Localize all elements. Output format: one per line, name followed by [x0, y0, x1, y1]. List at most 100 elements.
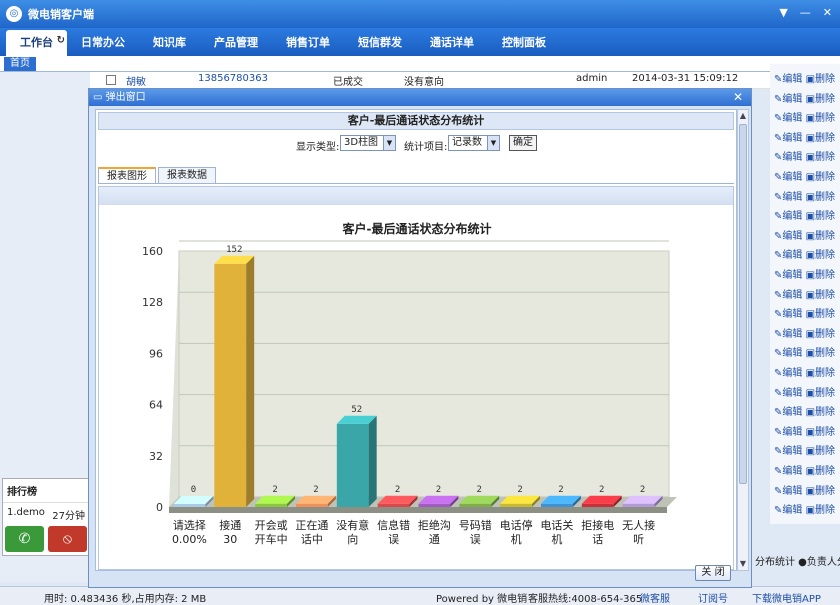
row-actions: ✎编辑 ▣删除	[774, 423, 835, 438]
delete-link[interactable]: ▣删除	[806, 250, 835, 261]
delete-link[interactable]: ▣删除	[806, 192, 835, 203]
delete-link[interactable]: ▣删除	[806, 466, 835, 477]
delete-link[interactable]: ▣删除	[806, 368, 835, 379]
delete-link[interactable]: ▣删除	[806, 270, 835, 281]
edit-link[interactable]: ✎编辑	[774, 172, 806, 183]
edit-link[interactable]: ✎编辑	[774, 250, 806, 261]
edit-link[interactable]: ✎编辑	[774, 309, 806, 320]
confirm-button[interactable]: 确定	[509, 135, 537, 151]
edit-link[interactable]: ✎编辑	[774, 290, 806, 301]
tab-report-data[interactable]: 报表数据	[158, 167, 216, 183]
row-actions: ✎编辑 ▣删除	[774, 148, 835, 163]
delete-link[interactable]: ▣删除	[806, 407, 835, 418]
edit-link[interactable]: ✎编辑	[774, 466, 806, 477]
delete-link[interactable]: ▣删除	[806, 172, 835, 183]
delete-link[interactable]: ▣删除	[806, 309, 835, 320]
close-icon[interactable]: ✕	[823, 6, 832, 19]
bar	[459, 503, 492, 507]
phone-icon: ✆	[18, 531, 31, 547]
dial-button[interactable]: ✆	[5, 526, 44, 552]
edit-link[interactable]: ✎编辑	[774, 74, 806, 85]
delete-link[interactable]: ▣删除	[806, 486, 835, 497]
cell-name[interactable]: 胡敏	[126, 73, 146, 88]
menu-control-panel[interactable]: 控制面板	[488, 30, 560, 56]
scrollbar-thumb[interactable]	[739, 124, 747, 484]
row-actions: ✎编辑 ▣删除	[774, 266, 835, 281]
x-tick-label: 信息错误	[377, 518, 410, 546]
table-row[interactable]: 胡敏 13856780363 已成交 没有意向 admin 2014-03-31…	[90, 72, 770, 89]
edit-link[interactable]: ✎编辑	[774, 368, 806, 379]
menu-call-detail[interactable]: 通话详单	[416, 30, 488, 56]
delete-link[interactable]: ▣删除	[806, 427, 835, 438]
row-actions: ✎编辑 ▣删除	[774, 344, 835, 359]
popup-close-button[interactable]: 关 闭	[695, 565, 731, 581]
cell-phone[interactable]: 13856780363	[198, 73, 268, 84]
edit-link[interactable]: ✎编辑	[774, 211, 806, 222]
menu-products[interactable]: 产品管理	[200, 30, 272, 56]
delete-link[interactable]: ▣删除	[806, 231, 835, 242]
tab-report-chart[interactable]: 报表图形	[98, 167, 156, 183]
stat-item-label: 统计项目:	[404, 142, 448, 153]
edit-link[interactable]: ✎编辑	[774, 270, 806, 281]
x-tick-label: 号码错误	[459, 518, 492, 546]
powered-by: Powered by 微电销	[436, 594, 528, 605]
bar	[622, 503, 655, 507]
refresh-icon[interactable]: ↻	[57, 28, 65, 54]
edit-link[interactable]: ✎编辑	[774, 446, 806, 457]
hangup-button[interactable]: ⦸	[48, 526, 87, 552]
edit-link[interactable]: ✎编辑	[774, 427, 806, 438]
delete-link[interactable]: ▣删除	[806, 133, 835, 144]
popup-title: 弹出窗口	[105, 92, 146, 103]
edit-link[interactable]: ✎编辑	[774, 505, 806, 516]
x-tick-label: 电话停机	[500, 518, 533, 546]
link-download-app[interactable]: 下载微电销APP	[752, 590, 821, 605]
edit-link[interactable]: ✎编辑	[774, 152, 806, 163]
row-actions: ✎编辑 ▣删除	[774, 207, 835, 222]
edit-link[interactable]: ✎编辑	[774, 407, 806, 418]
minimize-icon[interactable]: —	[800, 6, 811, 19]
delete-link[interactable]: ▣删除	[806, 113, 835, 124]
x-tick-label: 拒绝沟通	[418, 518, 451, 546]
dropdown-icon[interactable]: ▼	[779, 6, 787, 19]
row-actions: ✎编辑 ▣删除	[774, 384, 835, 399]
stat-item-select[interactable]: 记录数 ▼	[448, 135, 500, 151]
delete-link[interactable]: ▣删除	[806, 348, 835, 359]
display-type-select[interactable]: 3D柱图 ▼	[340, 135, 396, 151]
y-tick-label: 128	[142, 296, 163, 309]
menu-sales-orders[interactable]: 销售订单	[272, 30, 344, 56]
bottom-stat-tabs[interactable]: 分布统计 ●负责人分布	[755, 553, 840, 567]
bar	[418, 503, 451, 507]
edit-link[interactable]: ✎编辑	[774, 486, 806, 497]
delete-link[interactable]: ▣删除	[806, 505, 835, 516]
delete-link[interactable]: ▣删除	[806, 152, 835, 163]
row-checkbox[interactable]	[106, 75, 116, 85]
link-subscription[interactable]: 订阅号	[698, 590, 728, 605]
edit-link[interactable]: ✎编辑	[774, 113, 806, 124]
popup-scrollbar[interactable]: ▲ ▼	[737, 109, 749, 571]
menu-daily-office[interactable]: 日常办公	[67, 30, 139, 56]
scroll-down-icon[interactable]: ▼	[738, 558, 748, 570]
menu-sms[interactable]: 短信群发	[344, 30, 416, 56]
edit-link[interactable]: ✎编辑	[774, 388, 806, 399]
delete-link[interactable]: ▣删除	[806, 211, 835, 222]
delete-link[interactable]: ▣删除	[806, 290, 835, 301]
popup-close-icon[interactable]: ✕	[733, 89, 743, 106]
edit-link[interactable]: ✎编辑	[774, 348, 806, 359]
delete-link[interactable]: ▣删除	[806, 74, 835, 85]
menu-knowledge[interactable]: 知识库	[139, 30, 200, 56]
delete-link[interactable]: ▣删除	[806, 329, 835, 340]
delete-link[interactable]: ▣删除	[806, 388, 835, 399]
delete-link[interactable]: ▣删除	[806, 446, 835, 457]
edit-link[interactable]: ✎编辑	[774, 192, 806, 203]
edit-link[interactable]: ✎编辑	[774, 94, 806, 105]
scroll-up-icon[interactable]: ▲	[738, 110, 748, 122]
edit-link[interactable]: ✎编辑	[774, 329, 806, 340]
delete-link[interactable]: ▣删除	[806, 94, 835, 105]
menu-workbench[interactable]: 工作台 ↻	[6, 30, 67, 56]
tab-home[interactable]: 首页	[4, 57, 36, 71]
link-wechat-service[interactable]: 微客服	[640, 590, 670, 605]
bar	[173, 504, 206, 507]
edit-link[interactable]: ✎编辑	[774, 133, 806, 144]
x-tick-label: 无人接听	[622, 519, 655, 546]
edit-link[interactable]: ✎编辑	[774, 231, 806, 242]
